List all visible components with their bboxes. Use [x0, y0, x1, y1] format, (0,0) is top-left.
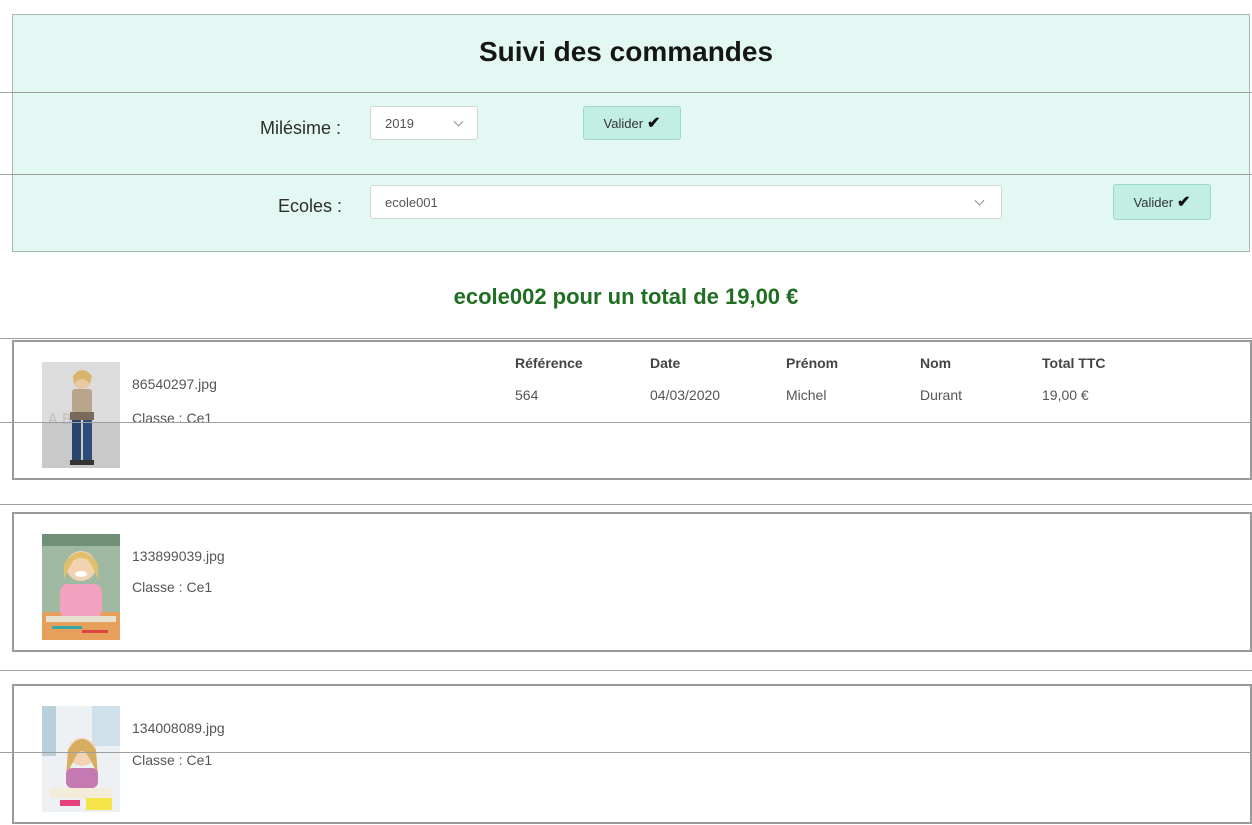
order-photo[interactable] — [42, 534, 120, 640]
millesime-validate-button[interactable]: Valider ✔ — [583, 106, 681, 140]
order-summary: ecole002 pour un total de 19,00 € — [453, 284, 799, 309]
child-photo-icon — [42, 706, 120, 812]
validate-label: Valider — [1133, 194, 1174, 210]
cell-prenom: Michel — [786, 387, 827, 403]
photo-filename: 134008089.jpg — [132, 720, 225, 736]
ecoles-value: ecole001 — [385, 194, 438, 210]
divider — [0, 92, 1252, 93]
chevron-down-icon — [974, 195, 985, 206]
photo-class: Classe : Ce1 — [132, 579, 213, 595]
divider — [0, 504, 1252, 505]
cell-reference: 564 — [515, 387, 539, 403]
photo-filename: 133899039.jpg — [132, 548, 225, 564]
millesime-value: 2019 — [385, 115, 414, 131]
child-photo-icon — [42, 534, 120, 640]
col-date: Date — [650, 355, 681, 371]
checkmark-icon: ✔ — [1177, 194, 1191, 211]
chevron-down-icon — [453, 116, 464, 127]
col-nom: Nom — [920, 355, 952, 371]
divider — [0, 670, 1252, 671]
ecoles-validate-button[interactable]: Valider ✔ — [1113, 184, 1211, 220]
divider — [0, 752, 1252, 753]
col-total: Total TTC — [1042, 355, 1106, 371]
photo-class: Classe : Ce1 — [132, 752, 213, 768]
divider — [0, 338, 1252, 339]
millesime-select[interactable]: 2019 — [370, 106, 478, 140]
page-title: Suivi des commandes — [478, 36, 774, 67]
cell-date: 04/03/2020 — [650, 387, 721, 403]
divider — [0, 174, 1252, 175]
col-prenom: Prénom — [786, 355, 839, 371]
photo-class: Classe : Ce1 — [132, 410, 213, 426]
photo-filename: 86540297.jpg — [132, 376, 217, 392]
col-reference: Référence — [515, 355, 583, 371]
divider — [0, 422, 1252, 423]
child-photo-icon: A B Z — [42, 362, 120, 468]
checkmark-icon: ✔ — [647, 115, 661, 132]
cell-nom: Durant — [920, 387, 963, 403]
millesime-label: Milésime : — [260, 118, 342, 138]
ecoles-label: Ecoles : — [278, 196, 343, 216]
order-photo[interactable]: A B Z — [42, 362, 120, 468]
ecoles-select[interactable]: ecole001 — [370, 185, 1002, 219]
validate-label: Valider — [603, 115, 644, 131]
cell-total: 19,00 € — [1042, 387, 1089, 403]
order-photo[interactable] — [42, 706, 120, 812]
